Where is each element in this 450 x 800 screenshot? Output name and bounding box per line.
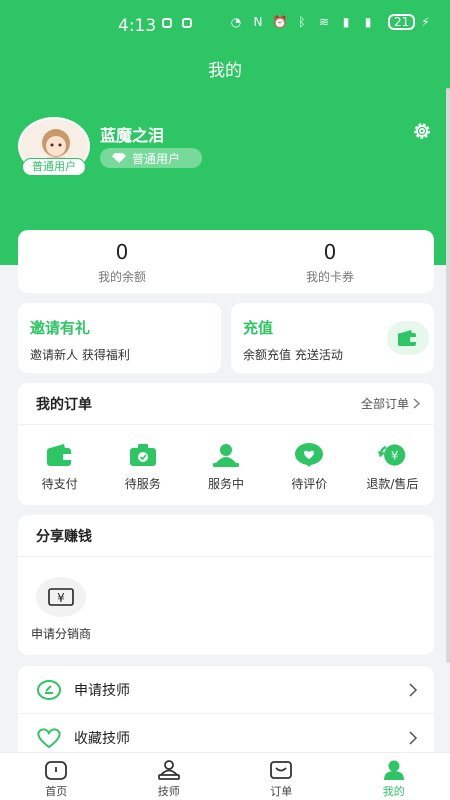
order-refund-label: 退款/售后: [366, 477, 419, 491]
menu-apply-technician[interactable]: 申请技师: [18, 666, 434, 714]
order-icon: [269, 759, 293, 781]
order-pending-service[interactable]: 待服务: [101, 441, 184, 492]
tab-orders[interactable]: 订单: [225, 753, 338, 800]
share-header: 分享赚钱: [18, 515, 434, 557]
chevron-right-icon: [413, 398, 420, 409]
user-level-label: 普通用户: [132, 151, 181, 166]
username: 蓝魔之泪: [100, 126, 165, 145]
apply-icon: [36, 679, 62, 701]
settings-gear-icon[interactable]: [411, 120, 433, 142]
order-pending-payment-label: 待支付: [41, 477, 78, 491]
order-pending-payment[interactable]: 待支付: [18, 441, 101, 492]
coupons-label: 我的卡券: [305, 270, 354, 284]
order-pending-service-label: 待服务: [124, 477, 161, 491]
wifi-icon: ≋: [318, 15, 330, 29]
menu-apply-technician-label: 申请技师: [74, 682, 130, 699]
profile-icon: [382, 759, 406, 781]
charging-icon: ⚡: [421, 15, 430, 29]
recharge-card[interactable]: 充值 余额充值 充送活动: [231, 303, 434, 373]
bluetooth-icon: ᛒ: [298, 15, 306, 29]
bottom-tab-bar: 首页 技师 订单 我的: [0, 752, 450, 800]
page-title: 我的: [208, 61, 242, 81]
status-icons: ◔ N ⏰ ᛒ ≋ ▮ ▮ 21 ⚡: [228, 14, 430, 30]
wallet-icon: [45, 441, 75, 469]
speed-icon: ◔: [230, 15, 242, 29]
coupons[interactable]: 0 我的卡券: [226, 230, 434, 293]
tab-technician-label: 技师: [157, 785, 180, 798]
wallet-icon: [387, 321, 429, 355]
apply-distributor-label: 申请分销商: [30, 627, 91, 641]
balance-amount-value: 0: [115, 240, 129, 264]
refund-icon: ¥: [377, 441, 407, 469]
chevron-right-icon: [409, 731, 418, 745]
svg-text:¥: ¥: [57, 591, 65, 605]
status-bar: 4:13 ◔ N ⏰ ᛒ ≋ ▮ ▮ 21 ⚡: [0, 0, 450, 52]
apply-distributor[interactable]: ¥ 申请分销商: [26, 577, 96, 642]
order-pending-review-label: 待评价: [291, 477, 328, 491]
heart-icon: [36, 727, 62, 749]
balance-amount-label: 我的余额: [97, 270, 146, 284]
order-pending-review[interactable]: 待评价: [268, 441, 351, 492]
tab-orders-label: 订单: [270, 785, 293, 798]
person-icon: [211, 441, 241, 469]
menu-favorite-technician-label: 收藏技师: [74, 731, 130, 747]
avatar-badge: 普通用户: [22, 158, 86, 176]
diamond-icon: [112, 153, 126, 163]
share-card: 分享赚钱 ¥ 申请分销商: [18, 515, 434, 655]
tab-home[interactable]: 首页: [0, 753, 113, 800]
share-title: 分享赚钱: [36, 528, 92, 545]
order-status-row: 待支付 待服务 服务中 待评价 ¥ 退款/售后: [18, 425, 434, 492]
scrollbar[interactable]: [446, 88, 450, 663]
home-icon: [44, 759, 68, 781]
invite-card[interactable]: 邀请有礼 邀请新人 获得福利: [18, 303, 221, 373]
notification-icon: [162, 18, 172, 28]
invite-title: 邀请有礼: [30, 319, 91, 337]
heart-chat-icon: [294, 441, 324, 469]
status-time: 4:13: [118, 16, 157, 36]
all-orders-link[interactable]: 全部订单: [361, 395, 420, 412]
tab-home-label: 首页: [45, 785, 68, 798]
orders-card: 我的订单 全部订单 待支付 待服务 服务中 待评价 ¥ 退款/售后: [18, 383, 434, 505]
order-refund[interactable]: ¥ 退款/售后: [351, 441, 434, 492]
balance-amount[interactable]: 0 我的余额: [18, 230, 226, 293]
camera-icon: [128, 441, 158, 469]
tab-profile[interactable]: 我的: [338, 753, 450, 800]
svg-text:¥: ¥: [391, 448, 398, 462]
order-in-service-label: 服务中: [208, 477, 245, 491]
technician-icon: [157, 759, 181, 781]
order-in-service[interactable]: 服务中: [184, 441, 267, 492]
signal-icon: ▮: [342, 15, 350, 29]
notification-icon-2: [182, 18, 192, 28]
tab-profile-label: 我的: [382, 785, 405, 798]
orders-title: 我的订单: [36, 396, 92, 413]
coupons-value: 0: [323, 240, 337, 264]
all-orders-label: 全部订单: [360, 397, 409, 411]
invite-subtitle: 邀请新人 获得福利: [30, 348, 130, 362]
yen-icon: ¥: [36, 577, 86, 617]
nfc-icon: N: [253, 15, 263, 29]
menu-list: 申请技师 收藏技师: [18, 666, 434, 766]
balance-card: 0 我的余额 0 我的卡券: [18, 230, 434, 293]
battery-indicator: 21: [388, 14, 416, 30]
alarm-icon: ⏰: [272, 15, 288, 29]
orders-header: 我的订单 全部订单: [18, 383, 434, 425]
tab-technician[interactable]: 技师: [113, 753, 226, 800]
chevron-right-icon: [409, 682, 418, 697]
user-level-pill: 普通用户: [100, 148, 202, 168]
signal-icon-2: ▮: [364, 15, 372, 29]
